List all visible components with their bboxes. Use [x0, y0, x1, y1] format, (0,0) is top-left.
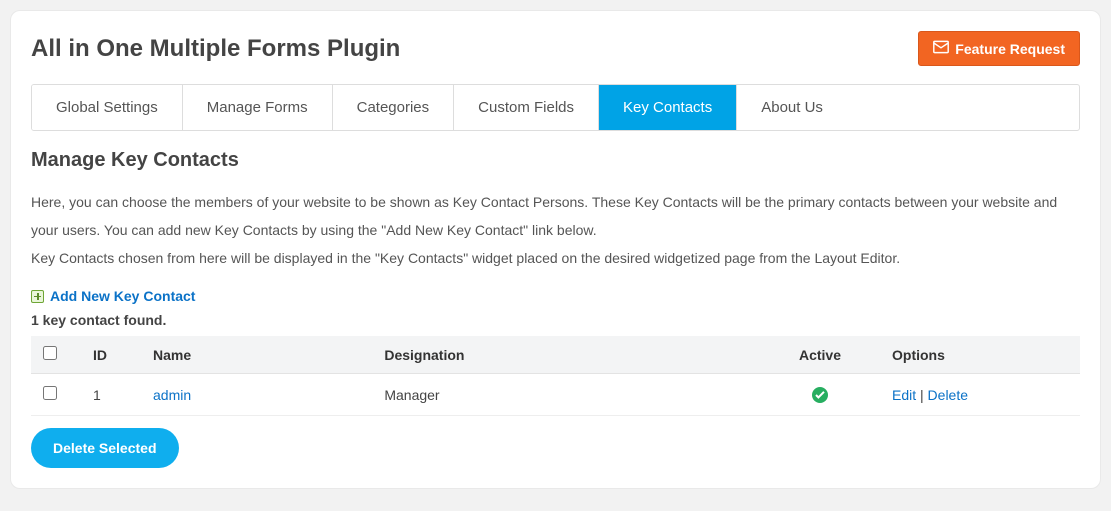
- col-name: Name: [141, 336, 372, 374]
- tab-about-us[interactable]: About Us: [737, 85, 847, 130]
- add-new-key-contact-link[interactable]: Add New Key Contact: [50, 288, 195, 304]
- add-contact-row: Add New Key Contact: [31, 288, 1080, 304]
- delete-selected-button[interactable]: Delete Selected: [31, 428, 179, 468]
- description-line-2: Key Contacts chosen from here will be di…: [31, 250, 900, 266]
- cell-designation: Manager: [372, 374, 760, 416]
- tab-categories[interactable]: Categories: [333, 85, 455, 130]
- table-row: 1 admin Manager Edit | Delete: [31, 374, 1080, 416]
- count-text: 1 key contact found.: [31, 312, 1080, 328]
- col-options: Options: [880, 336, 1080, 374]
- check-circle-icon: [812, 387, 828, 403]
- section-title: Manage Key Contacts: [31, 149, 1080, 172]
- options-separator: |: [916, 387, 927, 403]
- col-active: Active: [760, 336, 880, 374]
- feature-request-label: Feature Request: [955, 41, 1065, 57]
- cell-name: admin: [141, 374, 372, 416]
- delete-link[interactable]: Delete: [928, 387, 968, 403]
- tab-key-contacts[interactable]: Key Contacts: [599, 85, 737, 130]
- main-panel: All in One Multiple Forms Plugin Feature…: [10, 10, 1101, 489]
- row-checkbox[interactable]: [43, 386, 57, 400]
- envelope-icon: [933, 40, 949, 57]
- table-header-row: ID Name Designation Active Options: [31, 336, 1080, 374]
- page-title: All in One Multiple Forms Plugin: [31, 35, 400, 63]
- cell-active: [760, 374, 880, 416]
- col-id: ID: [81, 336, 141, 374]
- plus-icon: [31, 290, 44, 303]
- header-row: All in One Multiple Forms Plugin Feature…: [31, 31, 1080, 66]
- col-check: [31, 336, 81, 374]
- contacts-table: ID Name Designation Active Options 1 adm…: [31, 336, 1080, 416]
- cell-options: Edit | Delete: [880, 374, 1080, 416]
- tab-custom-fields[interactable]: Custom Fields: [454, 85, 599, 130]
- cell-check: [31, 374, 81, 416]
- feature-request-button[interactable]: Feature Request: [918, 31, 1080, 66]
- col-designation: Designation: [372, 336, 760, 374]
- tab-manage-forms[interactable]: Manage Forms: [183, 85, 333, 130]
- section-description: Here, you can choose the members of your…: [31, 188, 1080, 272]
- cell-id: 1: [81, 374, 141, 416]
- tabs-nav: Global Settings Manage Forms Categories …: [31, 84, 1080, 131]
- contact-name-link[interactable]: admin: [153, 387, 191, 403]
- edit-link[interactable]: Edit: [892, 387, 916, 403]
- tab-global-settings[interactable]: Global Settings: [32, 85, 183, 130]
- select-all-checkbox[interactable]: [43, 346, 57, 360]
- description-line-1: Here, you can choose the members of your…: [31, 194, 1057, 238]
